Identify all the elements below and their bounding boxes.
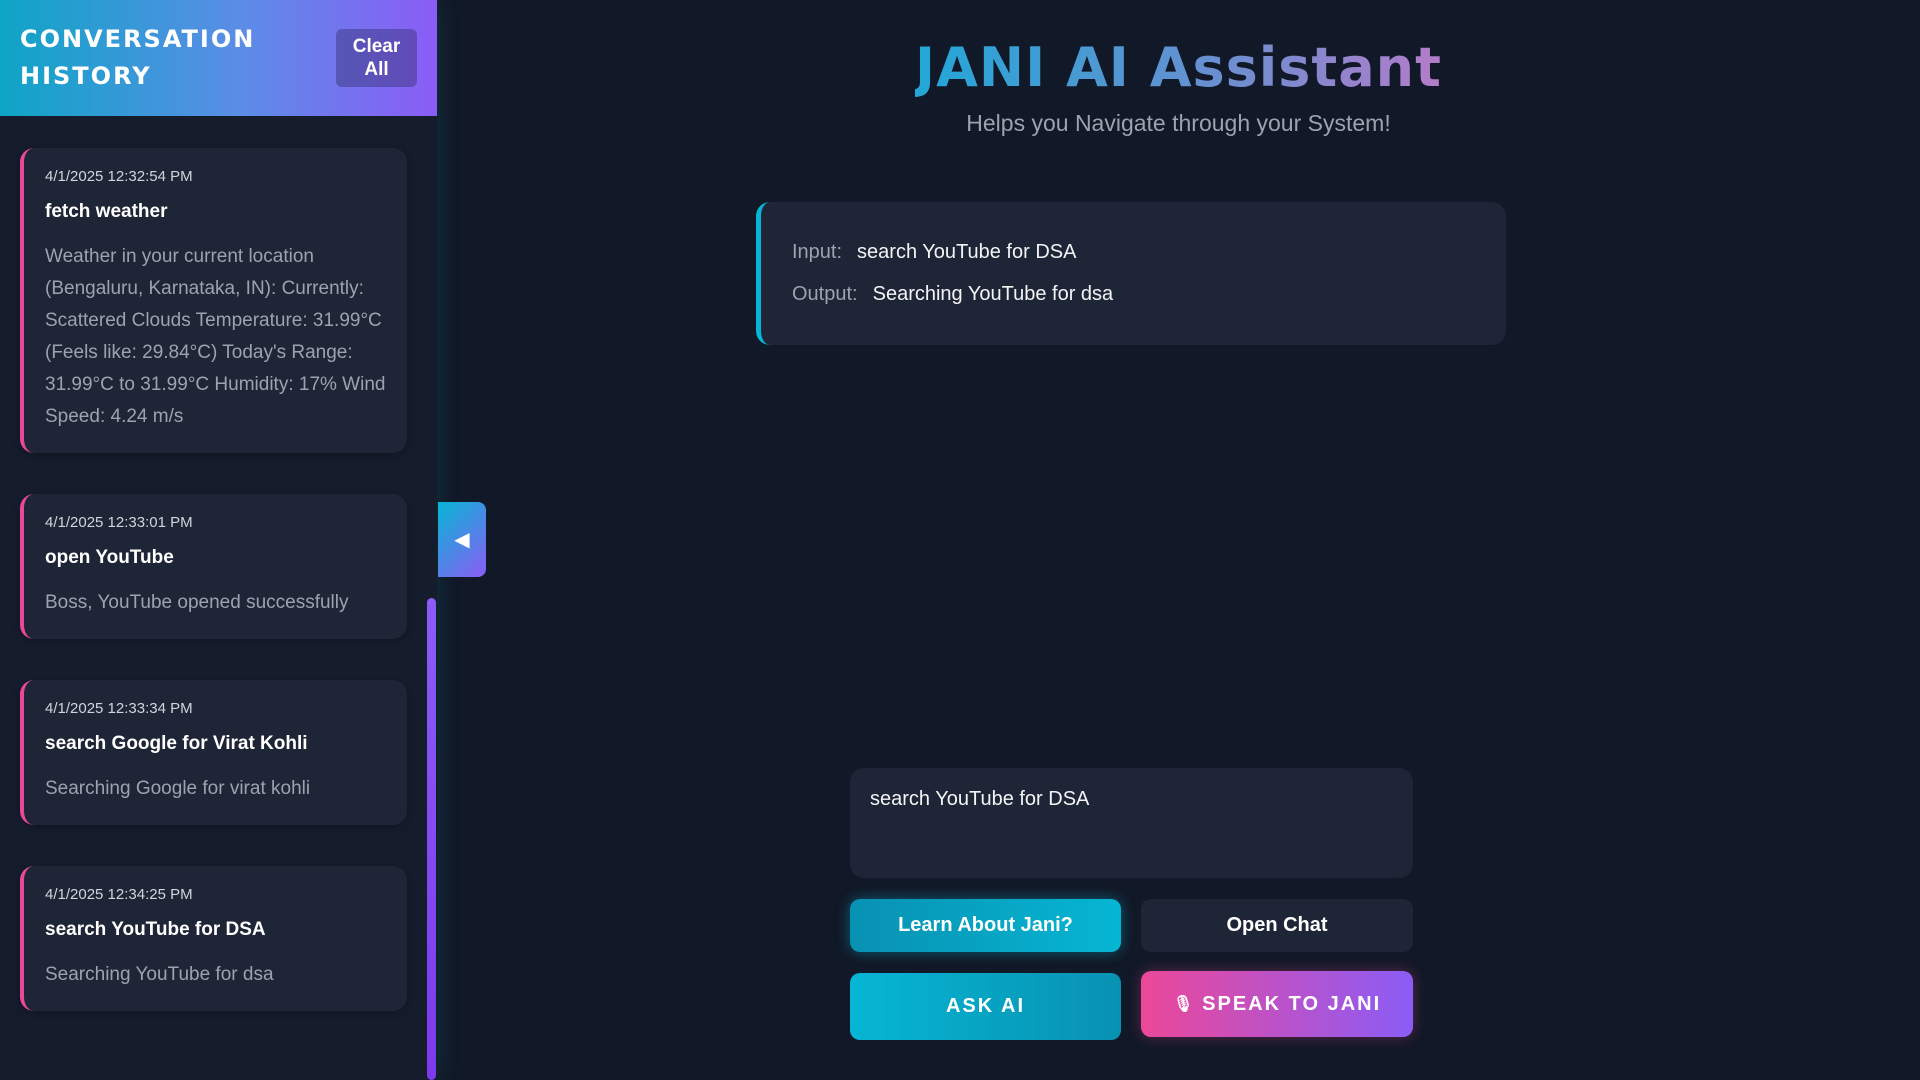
history-timestamp: 4/1/2025 12:32:54 PM [45, 168, 193, 185]
history-response: Searching Google for virat kohli [45, 778, 311, 799]
speak-to-jani-label: SPEAK TO JANI [1202, 992, 1382, 1015]
input-row: Input: search YouTube for DSA [792, 231, 1506, 273]
history-response: Searching YouTube for dsa [45, 964, 274, 985]
collapse-left-icon: ◀ [454, 529, 470, 551]
history-item[interactable]: 4/1/2025 12:33:34 PM search Google for V… [20, 680, 407, 825]
history-query: fetch weather [45, 201, 168, 222]
history-sidebar: CONVERSATION HISTORY Clear All 4/1/2025 … [0, 0, 437, 1080]
clear-all-button[interactable]: Clear All [336, 29, 417, 87]
history-query: search Google for Virat Kohli [45, 733, 308, 754]
speak-to-jani-button[interactable]: 🎙 SPEAK TO JANI [1141, 971, 1413, 1037]
sidebar-title: CONVERSATION HISTORY [20, 25, 256, 90]
output-value: Searching YouTube for dsa [872, 282, 1114, 305]
history-timestamp: 4/1/2025 12:33:34 PM [45, 700, 193, 717]
history-response: Boss, YouTube opened successfully [45, 592, 349, 613]
sidebar-toggle-button[interactable]: ◀ [438, 502, 486, 577]
output-label: Output: [792, 282, 858, 305]
history-timestamp: 4/1/2025 12:34:25 PM [45, 886, 193, 903]
history-item[interactable]: 4/1/2025 12:33:01 PM open YouTube Boss, … [20, 494, 407, 639]
sidebar-scrollbar[interactable] [427, 598, 436, 1080]
page-title-text: JANI AI Assistant [915, 36, 1442, 99]
history-query: search YouTube for DSA [45, 919, 266, 940]
input-value: search YouTube for DSA [857, 240, 1077, 263]
history-query: open YouTube [45, 547, 174, 568]
history-item[interactable]: 4/1/2025 12:34:25 PM search YouTube for … [20, 866, 407, 1011]
ask-ai-button[interactable]: ASK AI [850, 973, 1121, 1040]
sidebar-header: CONVERSATION HISTORY Clear All [0, 0, 437, 116]
microphone-icon: 🎙 [1172, 996, 1194, 1013]
history-timestamp: 4/1/2025 12:33:01 PM [45, 514, 193, 531]
history-list: 4/1/2025 12:32:54 PM fetch weather Weath… [20, 148, 407, 1052]
output-row: Output: Searching YouTube for dsa [792, 273, 1506, 315]
query-input[interactable] [850, 768, 1413, 878]
page-subtitle: Helps you Navigate through your System! [966, 110, 1391, 136]
io-card: Input: search YouTube for DSA Output: Se… [756, 202, 1506, 345]
learn-about-jani-button[interactable]: Learn About Jani? [850, 899, 1121, 952]
open-chat-button[interactable]: Open Chat [1141, 899, 1413, 952]
history-response: Weather in your current location (Bengal… [45, 246, 386, 427]
page-title: JANI AI Assistant [437, 36, 1920, 99]
app-root: CONVERSATION HISTORY Clear All 4/1/2025 … [0, 0, 1920, 1080]
input-label: Input: [792, 240, 843, 263]
history-item[interactable]: 4/1/2025 12:32:54 PM fetch weather Weath… [20, 148, 407, 453]
